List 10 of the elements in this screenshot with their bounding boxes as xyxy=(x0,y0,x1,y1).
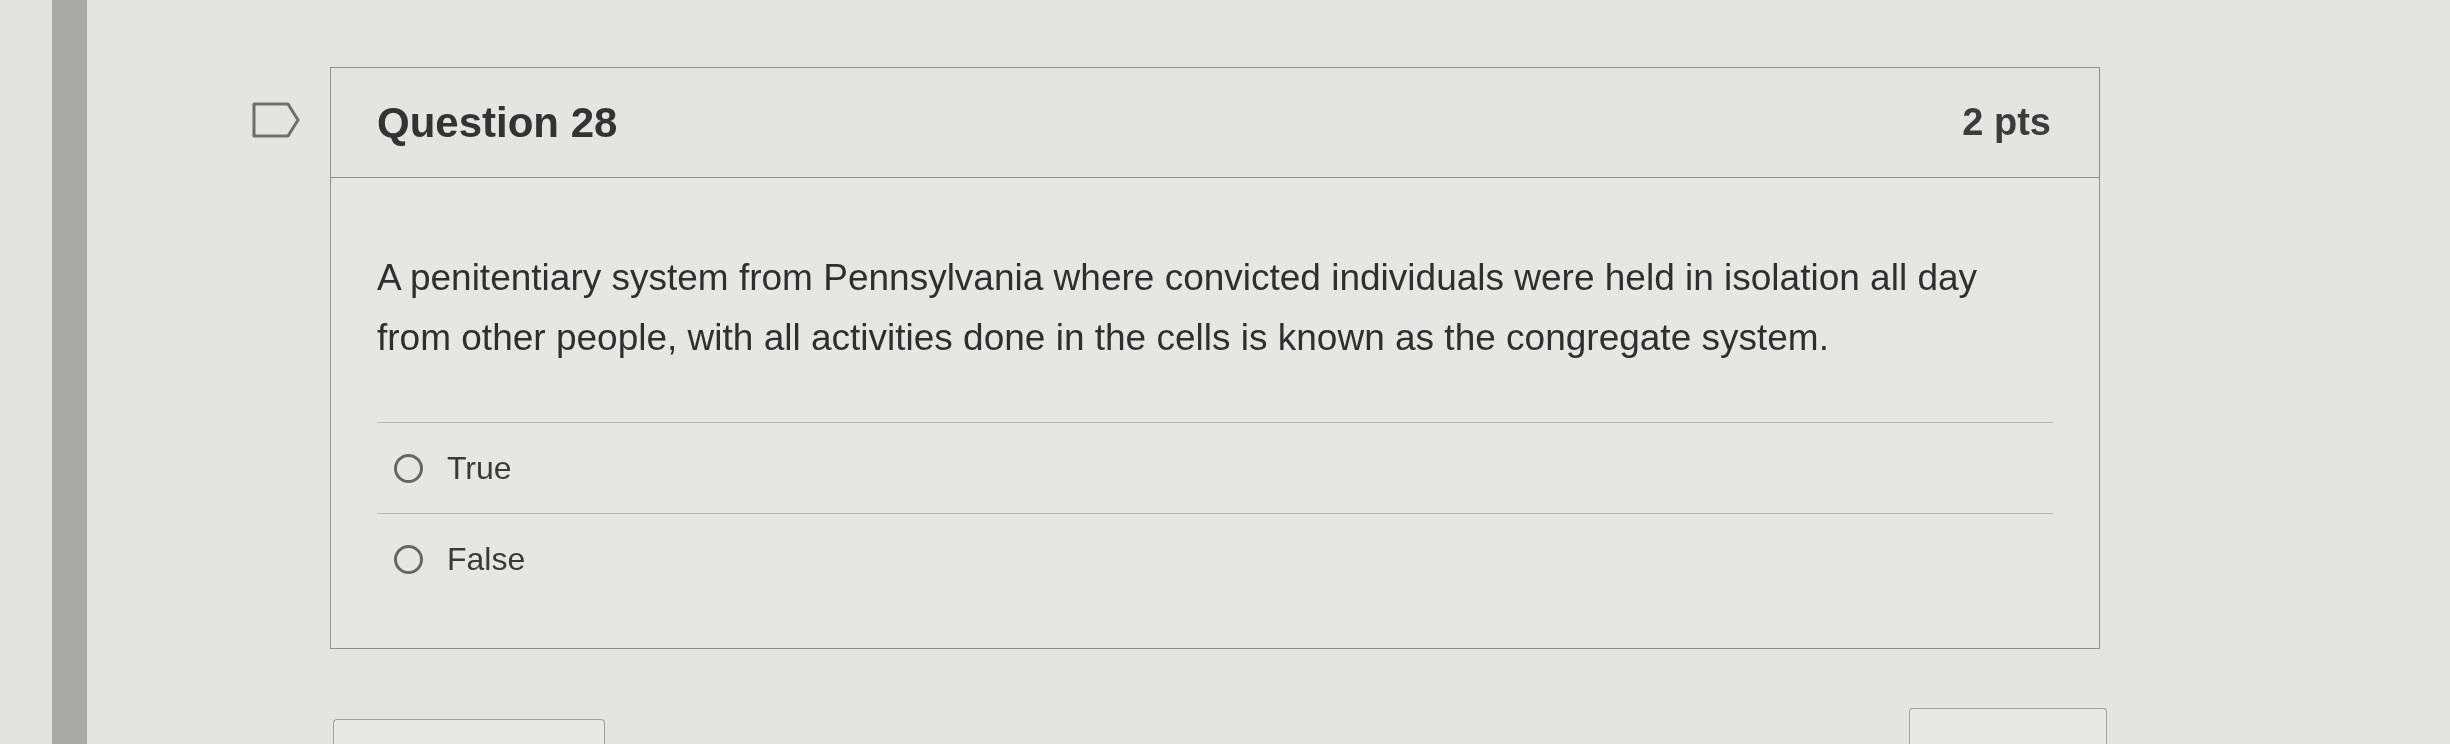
nav-button[interactable] xyxy=(1909,708,2107,744)
radio-button[interactable] xyxy=(394,453,423,483)
question-text: A penitentiary system from Pennsylvania where convicted individuals were held in isolation all day from other people, with all activities done in the cells is known as the congregate system. xyxy=(377,256,1979,360)
question-points: 2 pts xyxy=(1962,100,2051,145)
option-label[interactable]: True xyxy=(447,444,512,492)
question-title: Question 28 xyxy=(377,98,618,148)
flag-icon[interactable] xyxy=(252,102,300,138)
option-label[interactable]: False xyxy=(447,535,526,583)
radio-button[interactable] xyxy=(394,544,423,574)
nav-button[interactable] xyxy=(333,719,605,744)
